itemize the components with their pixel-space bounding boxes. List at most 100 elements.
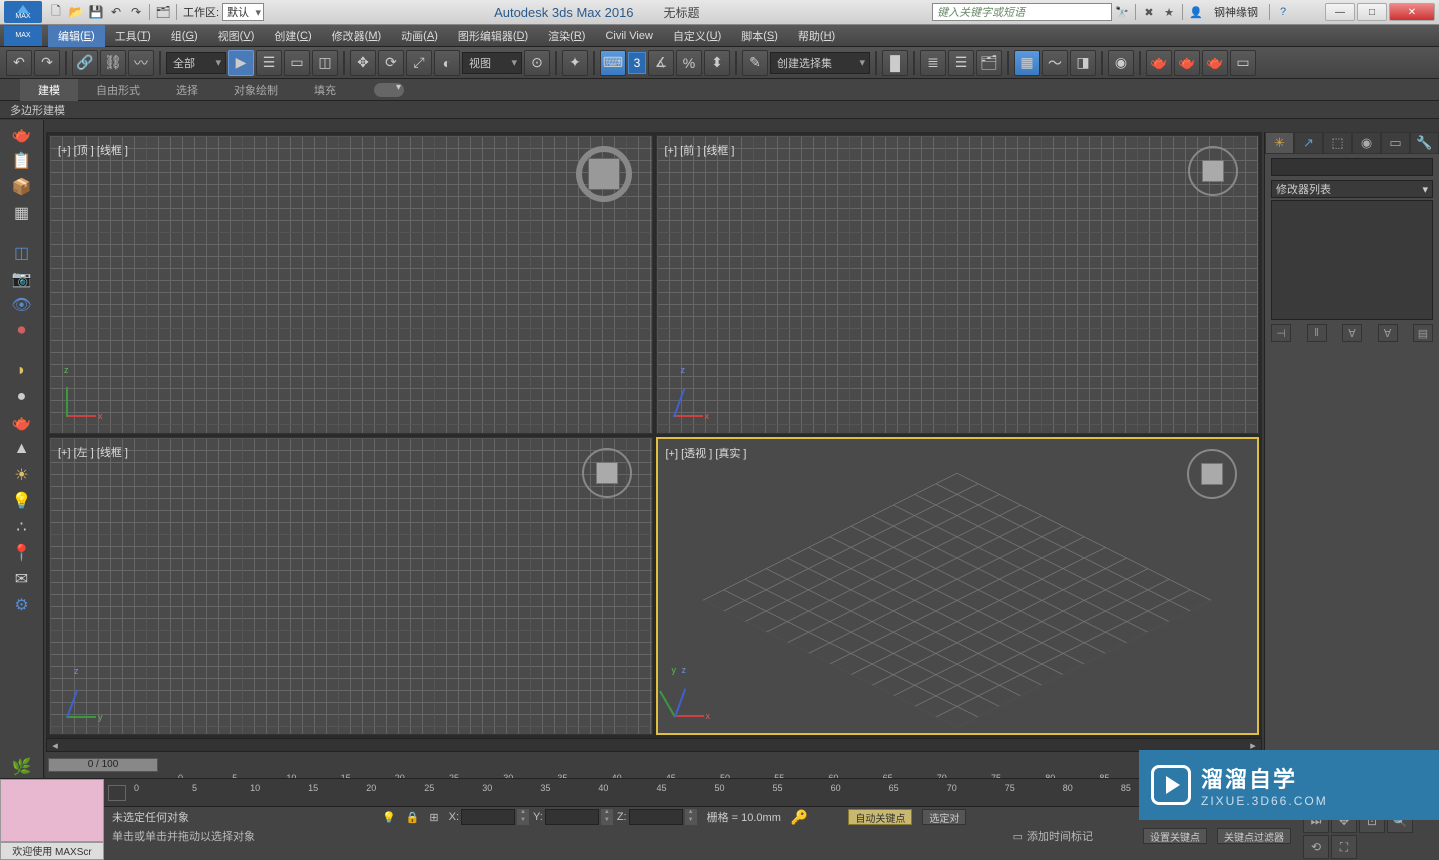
z-spinner[interactable]: ▲▼ bbox=[685, 809, 697, 825]
user-name[interactable]: 钢神缘钢 bbox=[1206, 4, 1266, 20]
menu-grapheditors[interactable]: 图形编辑器(D) bbox=[448, 25, 538, 47]
pivot-icon[interactable]: ⊙ bbox=[524, 50, 550, 76]
menu-maxscript[interactable]: 脚本(S) bbox=[731, 25, 788, 47]
layers-icon[interactable]: ☰ bbox=[948, 50, 974, 76]
workspace-select[interactable]: 默认 bbox=[222, 3, 264, 21]
viewport-layout-icon[interactable]: ◫ bbox=[7, 242, 37, 264]
auto-key-button[interactable]: 自动关键点 bbox=[848, 809, 912, 825]
record-icon[interactable]: ⏺ bbox=[7, 320, 37, 342]
motion-tab-icon[interactable]: ◉ bbox=[1352, 132, 1381, 154]
new-icon[interactable]: 🗋 bbox=[46, 2, 66, 22]
isolate-icon[interactable]: 👁 bbox=[7, 294, 37, 316]
time-tag-icon[interactable]: ▭ bbox=[1013, 830, 1023, 843]
undo-button[interactable]: ↶ bbox=[6, 50, 32, 76]
render-icon[interactable]: 🫖 bbox=[1202, 50, 1228, 76]
orbit-icon[interactable]: ⟲ bbox=[1303, 835, 1329, 859]
menu-animation[interactable]: 动画(A) bbox=[391, 25, 448, 47]
track-bar[interactable]: 0510152025303540455055606570758085909510… bbox=[104, 779, 1299, 807]
menu-modifiers[interactable]: 修改器(M) bbox=[322, 25, 392, 47]
viewport-top[interactable]: [+] [顶 ] [线框 ] xz bbox=[49, 135, 653, 434]
refcoord-select[interactable]: 视图 bbox=[462, 52, 522, 74]
z-input[interactable] bbox=[629, 809, 683, 825]
menu-civilview[interactable]: Civil View bbox=[595, 25, 662, 47]
gear-icon[interactable]: ⚙ bbox=[7, 594, 37, 616]
search-input[interactable]: 键入关键字或短语 bbox=[932, 3, 1112, 21]
snap-toggle[interactable]: 3 bbox=[628, 52, 646, 74]
grass-icon[interactable]: 🌿 bbox=[7, 756, 37, 778]
menu-edit[interactable]: 编辑(E) bbox=[48, 25, 105, 47]
sun-icon[interactable]: ☀ bbox=[7, 464, 37, 486]
viewport-front[interactable]: [+] [前 ] [线框 ] xz bbox=[656, 135, 1260, 434]
move-icon[interactable]: ✥ bbox=[350, 50, 376, 76]
project-icon[interactable]: 🗂 bbox=[153, 2, 173, 22]
ribbon-toggle-icon[interactable]: ▦ bbox=[1014, 50, 1040, 76]
material-editor-icon[interactable]: ◉ bbox=[1108, 50, 1134, 76]
redo-button[interactable]: ↷ bbox=[34, 50, 60, 76]
track-icon[interactable] bbox=[108, 785, 126, 801]
make-unique-icon[interactable]: ∀ bbox=[1342, 324, 1362, 342]
teapot-icon[interactable]: 🫖 bbox=[7, 124, 37, 146]
menu-tools[interactable]: 工具(T) bbox=[105, 25, 161, 47]
named-selection-set[interactable]: 创建选择集 bbox=[770, 52, 870, 74]
select-manip-icon[interactable]: ✦ bbox=[562, 50, 588, 76]
viewport-scrollbar[interactable]: ◂ ▸ bbox=[46, 738, 1262, 752]
modifier-list[interactable]: 修改器列表 bbox=[1271, 180, 1433, 198]
container-icon[interactable]: 📦 bbox=[7, 176, 37, 198]
link-icon[interactable]: 🔗 bbox=[72, 50, 98, 76]
y-input[interactable] bbox=[545, 809, 599, 825]
utilities-tab-icon[interactable]: 🔧 bbox=[1410, 132, 1439, 154]
steering-wheel-icon[interactable] bbox=[576, 146, 632, 202]
mail-icon[interactable]: ✉ bbox=[7, 568, 37, 590]
viewport-left[interactable]: [+] [左 ] [线框 ] yz bbox=[49, 437, 653, 736]
viewport-label[interactable]: [+] [左 ] [线框 ] bbox=[58, 444, 128, 460]
ribbon-tab-selection[interactable]: 选择 bbox=[158, 79, 216, 101]
select-region-icon[interactable]: ▭ bbox=[284, 50, 310, 76]
isolate-lock-icon[interactable]: 🔒 bbox=[406, 811, 420, 824]
selection-lock-button[interactable]: 选定对 bbox=[922, 809, 966, 825]
max-logo-menu[interactable]: MAX bbox=[4, 26, 42, 46]
ribbon-tab-freeform[interactable]: 自由形式 bbox=[78, 79, 158, 101]
mirror-icon[interactable]: ▐▌ bbox=[882, 50, 908, 76]
ribbon-tab-objectpaint[interactable]: 对象绘制 bbox=[216, 79, 296, 101]
maximize-button[interactable]: □ bbox=[1357, 3, 1387, 21]
menu-views[interactable]: 视图(V) bbox=[208, 25, 265, 47]
signin-icon[interactable]: 👤 bbox=[1186, 6, 1206, 19]
light-icon[interactable]: 💡 bbox=[7, 490, 37, 512]
app-icon[interactable]: MAX bbox=[4, 1, 42, 23]
menu-customize[interactable]: 自定义(U) bbox=[663, 25, 731, 47]
hierarchy-tab-icon[interactable]: ⬚ bbox=[1323, 132, 1352, 154]
place-icon[interactable]: ◐ bbox=[434, 50, 460, 76]
undo-icon[interactable]: ↶ bbox=[106, 2, 126, 22]
close-button[interactable]: ✕ bbox=[1389, 3, 1435, 21]
dome-icon[interactable]: ◗ bbox=[7, 360, 37, 382]
layer-explorer-icon[interactable]: 🗂 bbox=[976, 50, 1002, 76]
x-spinner[interactable]: ▲▼ bbox=[517, 809, 529, 825]
add-time-tag[interactable]: 添加时间标记 bbox=[1027, 828, 1093, 844]
lock-icon[interactable]: 💡 bbox=[382, 811, 396, 824]
schematic-view-icon[interactable]: ◨ bbox=[1070, 50, 1096, 76]
configure-icon[interactable]: ▤ bbox=[1413, 324, 1433, 342]
pin-stack-icon[interactable]: ⊣ bbox=[1271, 324, 1291, 342]
sphere-icon[interactable]: ● bbox=[7, 386, 37, 408]
binoculars-icon[interactable]: 🔭 bbox=[1112, 6, 1132, 19]
menu-help[interactable]: 帮助(H) bbox=[788, 25, 845, 47]
viewport-label[interactable]: [+] [前 ] [线框 ] bbox=[665, 142, 735, 158]
keyboard-shortcut-icon[interactable]: ⌨ bbox=[600, 50, 626, 76]
y-spinner[interactable]: ▲▼ bbox=[601, 809, 613, 825]
window-crossing-icon[interactable]: ◫ bbox=[312, 50, 338, 76]
angle-snap-icon[interactable]: ∡ bbox=[648, 50, 674, 76]
viewcube-icon[interactable] bbox=[1188, 146, 1238, 196]
scale-icon[interactable]: ⤢ bbox=[406, 50, 432, 76]
named-sel-edit-icon[interactable]: ✎ bbox=[742, 50, 768, 76]
render-scene-icon[interactable]: ▭ bbox=[1230, 50, 1256, 76]
sheet-icon[interactable]: 📋 bbox=[7, 150, 37, 172]
viewcube-icon[interactable] bbox=[582, 448, 632, 498]
ribbon-tab-populate[interactable]: 填充 bbox=[296, 79, 354, 101]
modify-tab-icon[interactable]: ↗ bbox=[1294, 132, 1323, 154]
cone-icon[interactable]: ▲ bbox=[7, 438, 37, 460]
menu-create[interactable]: 创建(C) bbox=[264, 25, 321, 47]
select-by-name-icon[interactable]: ☰ bbox=[256, 50, 282, 76]
select-filter[interactable]: 全部 bbox=[166, 52, 226, 74]
coordinate-display-icon[interactable]: ⊞ bbox=[429, 811, 438, 824]
teapot2-icon[interactable]: 🫖 bbox=[7, 412, 37, 434]
